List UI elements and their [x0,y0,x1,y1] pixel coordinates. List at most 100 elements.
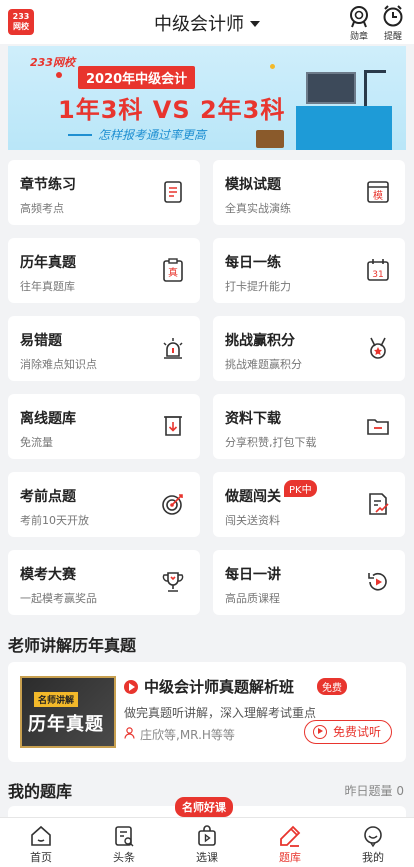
card-title: 历年真题 [20,255,76,271]
free-trial-button[interactable]: 免费试听 [304,720,392,744]
mock-icon-char: 模 [373,190,383,202]
course-teachers: 庄欣等,MR.H等等 [140,728,235,742]
laptop-illustration [306,72,356,104]
section-title-teacher: 老师讲解历年真题 [8,636,137,655]
course-card[interactable]: 名师讲解 历年真题 中级会计师真题解析班 免费 做完真题听讲解，深入理解考试重点… [8,662,406,762]
chevron-down-icon[interactable] [250,21,260,27]
news-icon [115,826,134,847]
card-subtitle: 分享积赞,打包下载 [225,436,317,449]
top-bar: 233 网校 中级会计师 勋章 提醒 [0,0,414,44]
card-subtitle: 一起模考赢奖品 [20,592,97,605]
banner-line1: 2020年中级会计 [78,66,196,89]
mock-exam-icon: 模 [367,181,389,203]
calendar-icon-day: 31 [372,270,383,280]
tab-news[interactable]: 头条 [83,818,165,867]
card-title: 资料下载 [225,411,281,427]
person-icon [124,727,135,739]
yesterday-count: 昨日题量 0 [344,784,404,798]
card-title: 每日一讲 [225,567,281,583]
alarm-clock-icon [383,5,403,27]
card-subtitle: 免流量 [20,436,53,449]
grid-card-downloads[interactable]: 资料下载 分享积赞,打包下载 [213,394,405,459]
trophy-icon [162,572,184,592]
tab-label: 题库 [279,851,301,864]
play-circle-icon [313,725,327,739]
tab-profile[interactable]: 我的 [332,818,414,867]
banner-headline: 1年3科 VS 2年3科 [58,96,286,124]
card-title: 离线题库 [20,411,76,427]
banner-divider [68,134,92,136]
card-title: 每日一练 [225,255,281,271]
card-title: 考前点题 [20,489,76,505]
briefcase-illustration [256,130,284,148]
medal-icon [350,6,368,28]
grid-card-level-challenge[interactable]: 做题闯关 PK中 闯关送资料 [213,472,405,537]
tab-label: 首页 [30,851,52,864]
card-subtitle: 消除难点知识点 [20,358,97,371]
replay-play-icon [368,572,387,591]
thumbnail-title: 历年真题 [28,714,104,735]
card-subtitle: 挑战难题赢积分 [225,358,302,371]
course-thumbnail: 名师讲解 历年真题 [20,676,116,748]
course-description: 做完真题听讲解，深入理解考试重点 [124,706,317,720]
target-icon [162,494,183,515]
tab-label: 我的 [362,851,384,864]
card-subtitle: 打卡提升能力 [225,280,291,293]
card-title: 挑战赢积分 [225,333,295,349]
play-icon [124,680,138,694]
desk-illustration [296,106,392,150]
tab-question-bank[interactable]: 题库 [249,818,331,867]
medal-label: 勋章 [349,32,368,42]
offline-download-icon [164,416,182,436]
pk-badge: PK中 [284,480,317,497]
folder-icon [367,419,389,435]
medal-button[interactable]: 勋章 [342,4,376,42]
grid-card-chapter-practice[interactable]: 章节练习 高频考点 [8,160,200,225]
grid-card-mock-exam[interactable]: 模拟试题 全真实战演练 模 [213,160,405,225]
clipboard-icon: 真 [163,258,183,282]
grid-card-offline-bank[interactable]: 离线题库 免流量 [8,394,200,459]
clipboard-icon-char: 真 [168,266,178,279]
promo-badge[interactable]: 名师好课 [175,797,233,817]
reminder-label: 提醒 [383,32,402,42]
decor-dot [270,64,275,69]
card-subtitle: 高品质课程 [225,592,280,605]
grid-card-daily-lecture[interactable]: 每日一讲 高品质课程 [213,550,405,615]
medal-icon [370,337,386,359]
free-trial-label: 免费试听 [333,725,382,739]
grid-card-mock-contest[interactable]: 模考大赛 一起模考赢奖品 [8,550,200,615]
grid-card-past-papers[interactable]: 历年真题 往年真题库 真 [8,238,200,303]
promo-banner[interactable]: 233网校 2020年中级会计 1年3科 VS 2年3科 怎样报考通过率更高 [8,46,406,150]
card-subtitle: 往年真题库 [20,280,75,293]
course-bag-icon [198,825,216,846]
profile-icon [364,826,382,848]
bottom-tab-bar: 首页 头条 选课 题库 我的 [0,817,414,867]
card-title: 模考大赛 [20,567,76,583]
tab-label: 头条 [113,851,135,864]
card-subtitle: 考前10天开放 [20,514,89,527]
card-title: 易错题 [20,333,62,349]
page-title[interactable]: 中级会计师 [154,14,244,35]
list-doc-icon [164,181,182,203]
card-subtitle: 闯关送资料 [225,514,280,527]
grid-card-error-prone[interactable]: 易错题 消除难点知识点 [8,316,200,381]
grid-card-pre-exam-tips[interactable]: 考前点题 考前10天开放 [8,472,200,537]
card-title: 章节练习 [20,177,76,193]
calendar-icon: 31 [367,259,389,281]
tab-home[interactable]: 首页 [0,818,82,867]
card-title: 做题闯关 [225,489,281,505]
card-subtitle: 全真实战演练 [225,202,291,215]
alarm-light-icon [163,338,183,359]
doc-chart-icon [369,493,389,515]
card-title: 模拟试题 [225,177,281,193]
grid-card-daily-practice[interactable]: 每日一练 打卡提升能力 31 [213,238,405,303]
grid-card-challenge[interactable]: 挑战赢积分 挑战难题赢积分 [213,316,405,381]
free-badge: 免费 [317,678,347,695]
tab-courses[interactable]: 选课 [166,818,248,867]
lamp-illustration [364,70,386,106]
decor-dot [56,72,62,78]
reminder-button[interactable]: 提醒 [376,4,410,42]
course-title: 中级会计师真题解析班 [144,678,295,696]
section-title-my-bank: 我的题库 [8,782,73,801]
banner-brand: 233网校 [30,56,75,69]
